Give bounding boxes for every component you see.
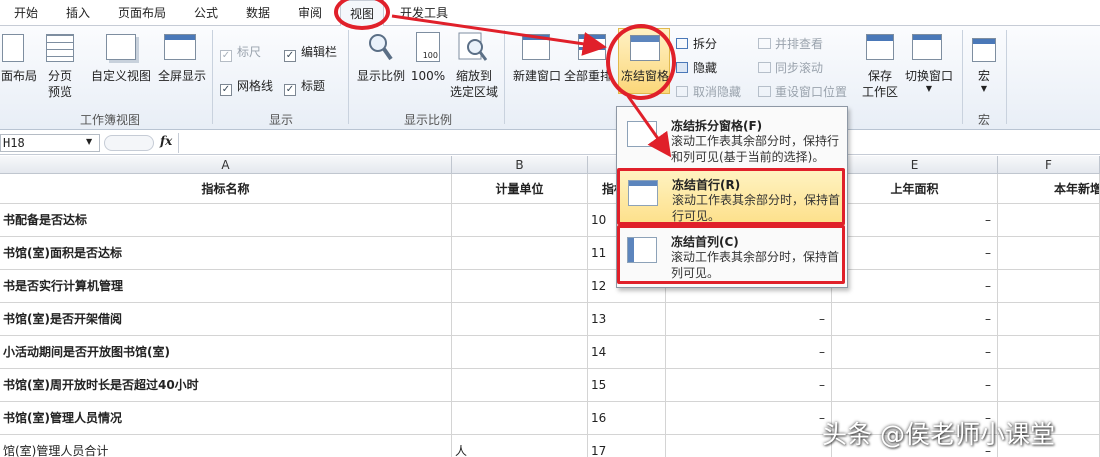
arrow-freeze-to-menu — [626, 95, 672, 158]
annotation-arrows — [391, 14, 672, 158]
watermark-text: 头条 @侯老师小课堂 — [822, 420, 1055, 449]
excel-window: 开始 插入 页面布局 公式 数据 审阅 视图 开发工具 面布局 分页 预览 自定… — [0, 0, 1100, 457]
arrow-view-to-freeze — [391, 14, 607, 56]
